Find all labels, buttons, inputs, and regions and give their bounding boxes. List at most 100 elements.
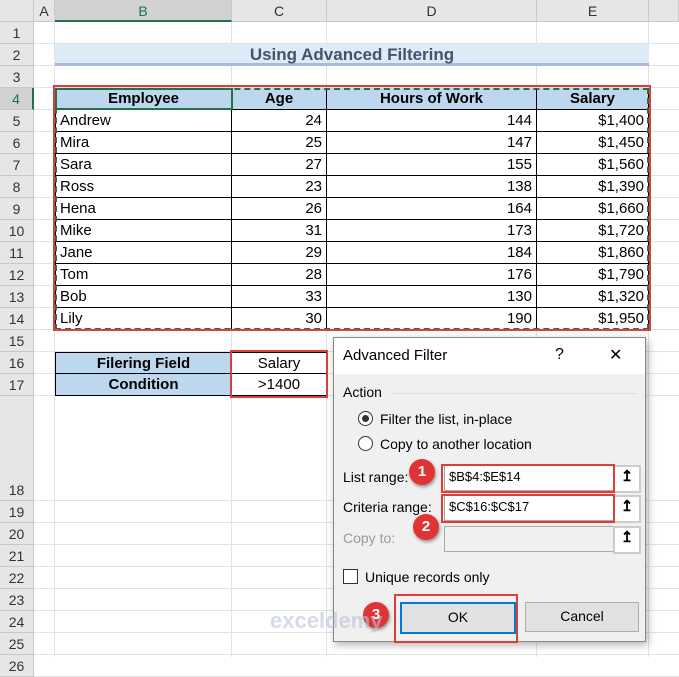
ok-highlight [394,594,518,643]
table-cell[interactable]: 130 [327,286,537,308]
row-header-23[interactable]: 23 [0,589,34,611]
row-header-17[interactable]: 17 [0,374,34,396]
table-header[interactable]: Hours of Work [327,88,537,110]
row-header-2[interactable]: 2 [0,44,34,66]
table-cell[interactable]: $1,400 [537,110,649,132]
list-range-label: List range: [343,469,409,485]
table-cell[interactable]: 176 [327,264,537,286]
criteria-highlight [230,350,328,398]
copy-to-collapse-icon[interactable]: ↥ [613,526,641,554]
table-cell[interactable]: $1,320 [537,286,649,308]
table-cell[interactable]: $1,950 [537,308,649,330]
row-header-4[interactable]: 4 [0,88,34,110]
radio-copy-location[interactable] [358,436,373,451]
table-cell[interactable]: 28 [232,264,327,286]
table-cell[interactable]: 23 [232,176,327,198]
table-cell[interactable]: Andrew [55,110,232,132]
row-header-16[interactable]: 16 [0,352,34,374]
column-header-D[interactable]: D [327,0,537,22]
criteria-range-label: Criteria range: [343,499,432,515]
table-cell[interactable]: 184 [327,242,537,264]
table-cell[interactable]: 173 [327,220,537,242]
table-cell[interactable]: 27 [232,154,327,176]
row-header-9[interactable]: 9 [0,198,34,220]
table-cell[interactable]: 144 [327,110,537,132]
table-cell[interactable]: 164 [327,198,537,220]
table-cell[interactable]: $1,660 [537,198,649,220]
table-cell[interactable]: $1,720 [537,220,649,242]
row-header-10[interactable]: 10 [0,220,34,242]
row-header-7[interactable]: 7 [0,154,34,176]
row-header-25[interactable]: 25 [0,633,34,655]
row-header-12[interactable]: 12 [0,264,34,286]
column-header-A[interactable]: A [34,0,55,22]
table-header[interactable]: Employee [55,88,232,110]
radio-filter-inplace[interactable] [358,411,373,426]
row-header-11[interactable]: 11 [0,242,34,264]
table-header[interactable]: Salary [537,88,649,110]
unique-records-checkbox[interactable] [343,569,358,584]
row-header-19[interactable]: 19 [0,501,34,523]
table-cell[interactable]: $1,860 [537,242,649,264]
table-cell[interactable]: 33 [232,286,327,308]
row-header-13[interactable]: 13 [0,286,34,308]
table-cell[interactable]: Tom [55,264,232,286]
table-cell[interactable]: $1,790 [537,264,649,286]
table-cell[interactable]: 138 [327,176,537,198]
table-cell[interactable]: Hena [55,198,232,220]
criteria-condition-label[interactable]: Condition [55,374,232,396]
table-cell[interactable]: Bob [55,286,232,308]
table-cell[interactable]: Ross [55,176,232,198]
table-header[interactable]: Age [232,88,327,110]
row-header-3[interactable]: 3 [0,66,34,88]
column-header-E[interactable]: E [537,0,649,22]
table-cell[interactable]: 29 [232,242,327,264]
table-cell[interactable]: 25 [232,132,327,154]
option-inplace-label[interactable]: Filter the list, in-place [380,411,512,427]
watermark-logo: exceldemy [270,608,383,633]
row-header-26[interactable]: 26 [0,655,34,677]
criteria-range-collapse-icon[interactable]: ↥ [613,495,641,523]
criteria-field-label[interactable]: Filering Field [55,352,232,374]
sheet-title: Using Advanced Filtering [55,44,649,66]
row-header-15[interactable]: 15 [0,330,34,352]
table-cell[interactable]: 190 [327,308,537,330]
column-header-f[interactable] [649,0,679,22]
row-header-21[interactable]: 21 [0,545,34,567]
table-cell[interactable]: 24 [232,110,327,132]
row-header-6[interactable]: 6 [0,132,34,154]
row-header-24[interactable]: 24 [0,611,34,633]
column-header-C[interactable]: C [232,0,327,22]
row-header-22[interactable]: 22 [0,567,34,589]
help-button[interactable]: ? [555,346,564,364]
gridline [34,654,679,655]
table-cell[interactable]: Lily [55,308,232,330]
table-cell[interactable]: Mira [55,132,232,154]
table-cell[interactable]: 26 [232,198,327,220]
row-header-5[interactable]: 5 [0,110,34,132]
option-copy-label[interactable]: Copy to another location [380,436,532,452]
copy-to-input[interactable] [444,526,618,552]
table-cell[interactable]: Jane [55,242,232,264]
column-header-B[interactable]: B [55,0,232,22]
row-header-14[interactable]: 14 [0,308,34,330]
table-cell[interactable]: $1,560 [537,154,649,176]
action-label: Action [343,384,382,400]
row-header-1[interactable]: 1 [0,22,34,44]
table-cell[interactable]: $1,450 [537,132,649,154]
row-header-20[interactable]: 20 [0,523,34,545]
table-cell[interactable]: Mike [55,220,232,242]
table-cell[interactable]: 30 [232,308,327,330]
table-cell[interactable]: 147 [327,132,537,154]
unique-records-label[interactable]: Unique records only [365,569,490,585]
table-cell[interactable]: $1,390 [537,176,649,198]
table-cell[interactable]: 155 [327,154,537,176]
row-header-8[interactable]: 8 [0,176,34,198]
close-button[interactable]: ✕ [609,345,622,365]
cancel-button[interactable]: Cancel [525,602,639,632]
table-cell[interactable]: 31 [232,220,327,242]
list-range-collapse-icon[interactable]: ↥ [613,465,641,493]
table-cell[interactable]: Sara [55,154,232,176]
select-all-corner[interactable] [0,0,34,22]
row-header-18[interactable]: 18 [0,396,34,501]
